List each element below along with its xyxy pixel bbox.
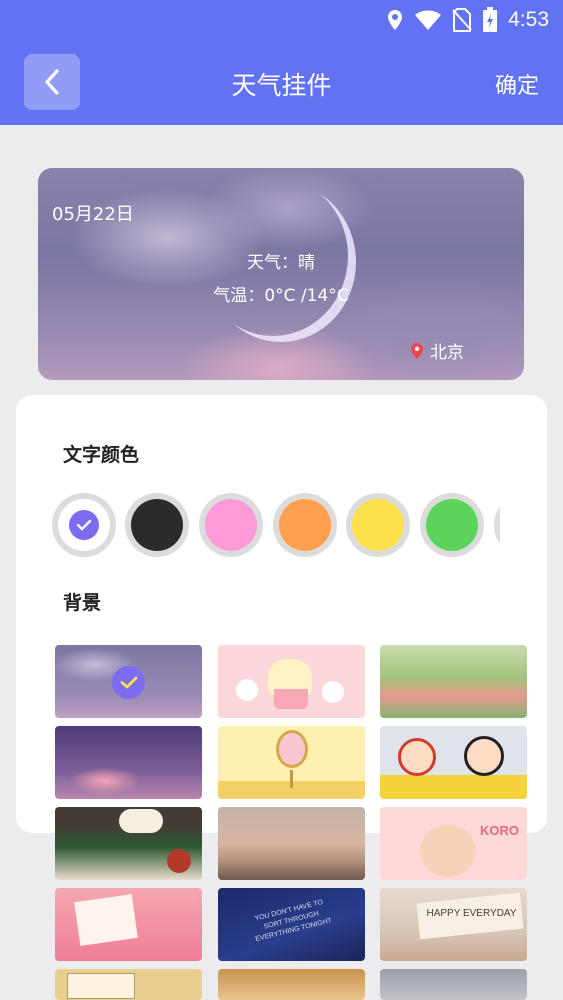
- preview-date: 05月22日: [52, 204, 134, 225]
- location-label: 北京: [430, 343, 464, 363]
- check-icon: [112, 666, 145, 699]
- bg-thumb-flower-garden-cartoon[interactable]: [380, 645, 527, 718]
- status-time: 4:53: [508, 8, 549, 31]
- bg-thumb-yellow-mirror[interactable]: [218, 726, 365, 799]
- battery-charging-icon: [483, 7, 498, 32]
- color-swatch-green[interactable]: [420, 493, 484, 557]
- color-swatch-white[interactable]: [52, 493, 116, 557]
- preview-temperature: 气温：0°C /14°C: [213, 286, 349, 306]
- quote-caption: YOU DON'T HAVE TO SORT THROUGH EVERYTHIN…: [254, 898, 333, 944]
- bg-thumb-crayon-kids[interactable]: [380, 726, 527, 799]
- page-title: 天气挂件: [231, 71, 332, 100]
- text-color-title: 文字颜色: [63, 444, 140, 466]
- map-pin-icon: [411, 342, 423, 359]
- preview-location: 北京: [410, 338, 464, 363]
- bg-thumb-purple-cloud-moon[interactable]: [55, 645, 202, 718]
- widget-preview: 05月22日 天气：晴 气温：0°C /14°C 北京: [38, 168, 524, 380]
- bg-thumb-blue-text-quote[interactable]: YOU DON'T HAVE TO SORT THROUGH EVERYTHIN…: [218, 888, 365, 961]
- bg-thumb-dog-on-sofa[interactable]: [55, 807, 202, 880]
- color-swatch-lavender[interactable]: [494, 493, 500, 557]
- color-swatch-pink[interactable]: [199, 493, 263, 557]
- bg-thumb-reeds-sunset[interactable]: [218, 807, 365, 880]
- bg-thumb-cupcake-animals[interactable]: [218, 645, 365, 718]
- color-swatch-yellow[interactable]: [346, 493, 410, 557]
- check-icon: [69, 510, 99, 540]
- bg-thumb-pink-cloud-stars[interactable]: [55, 726, 202, 799]
- preview-weather: 天气：晴: [247, 253, 315, 273]
- bg-thumb-pink-flower-note[interactable]: [55, 888, 202, 961]
- status-bar: 4:53: [386, 0, 549, 40]
- bg-thumb-koro-girl[interactable]: KORO: [380, 807, 527, 880]
- card-caption: HAPPY EVERYDAY: [426, 908, 517, 919]
- bg-thumb-happy-everyday-card[interactable]: HAPPY EVERYDAY: [380, 888, 527, 961]
- location-icon: [388, 10, 403, 30]
- background-title: 背景: [63, 592, 102, 614]
- wifi-icon: [415, 10, 442, 30]
- text-color-list[interactable]: [52, 493, 500, 557]
- color-swatch-orange[interactable]: [273, 493, 337, 557]
- color-swatch-black[interactable]: [125, 493, 189, 557]
- koro-caption: KORO: [480, 823, 519, 838]
- bg-thumb-cozy-room[interactable]: [218, 969, 365, 1000]
- no-sim-icon: [452, 8, 472, 32]
- bg-thumb-gray-moon[interactable]: [380, 969, 527, 1000]
- confirm-button[interactable]: 确定: [495, 68, 539, 100]
- bg-thumb-notebook-sketch[interactable]: [55, 969, 202, 1000]
- app-header: 4:53 天气挂件 确定: [0, 0, 563, 125]
